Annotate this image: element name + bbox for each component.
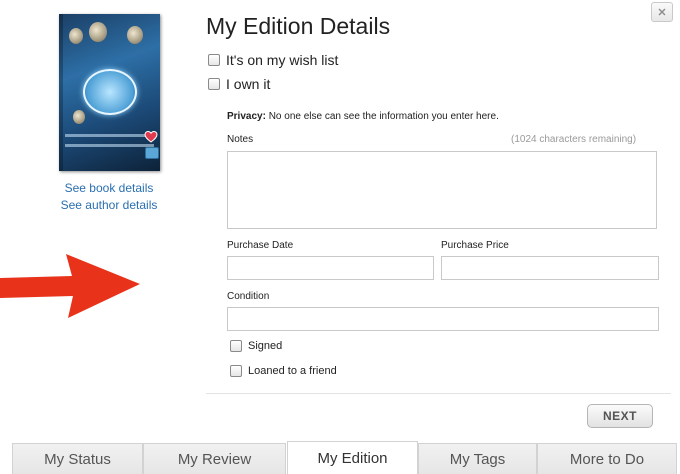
tab-more-to-do[interactable]: More to Do — [537, 443, 677, 474]
next-button[interactable]: NEXT — [587, 404, 653, 428]
signed-label: Signed — [248, 340, 283, 352]
purchase-date-input[interactable] — [227, 256, 434, 280]
wish-list-label: It's on my wish list — [226, 52, 339, 68]
tab-my-tags[interactable]: My Tags — [418, 443, 537, 474]
divider — [206, 393, 671, 394]
dialog-title: My Edition Details — [206, 13, 391, 39]
tab-my-edition[interactable]: My Edition — [287, 441, 418, 474]
own-it-label: I own it — [226, 76, 271, 92]
signed-option[interactable]: Signed — [230, 340, 282, 352]
purchase-date-label: Purchase Date — [227, 240, 294, 251]
wish-list-option[interactable]: It's on my wish list — [208, 52, 338, 68]
wish-list-checkbox[interactable] — [208, 54, 220, 66]
signed-checkbox[interactable] — [230, 340, 242, 352]
purchase-price-label: Purchase Price — [441, 240, 509, 251]
see-book-details-link[interactable]: See book details — [39, 181, 179, 195]
notes-remaining-count: (1024 characters remaining) — [511, 134, 637, 145]
privacy-label: Privacy: — [227, 111, 266, 122]
note-icon[interactable] — [145, 147, 159, 159]
loaned-option[interactable]: Loaned to a friend — [230, 365, 337, 377]
tab-my-status[interactable]: My Status — [12, 443, 143, 474]
close-button[interactable] — [651, 2, 673, 22]
see-author-details-link[interactable]: See author details — [39, 198, 179, 212]
privacy-notice: Privacy: No one else can see the informa… — [227, 111, 499, 122]
own-it-option[interactable]: I own it — [208, 76, 270, 92]
heart-icon[interactable] — [144, 130, 158, 144]
close-icon — [658, 8, 666, 16]
tab-my-review[interactable]: My Review — [143, 443, 286, 474]
purchase-price-input[interactable] — [441, 256, 659, 280]
notes-label: Notes — [227, 134, 254, 145]
book-cover-image — [59, 14, 160, 171]
red-arrow-icon — [0, 254, 140, 318]
loaned-checkbox[interactable] — [230, 365, 242, 377]
loaned-label: Loaned to a friend — [248, 365, 337, 377]
notes-textarea[interactable] — [227, 151, 657, 229]
condition-label: Condition — [227, 291, 270, 302]
own-it-checkbox[interactable] — [208, 78, 220, 90]
privacy-text: No one else can see the information you … — [268, 111, 499, 122]
tab-bar: My Status My Review My Edition My Tags M… — [0, 441, 680, 474]
condition-input[interactable] — [227, 307, 659, 331]
